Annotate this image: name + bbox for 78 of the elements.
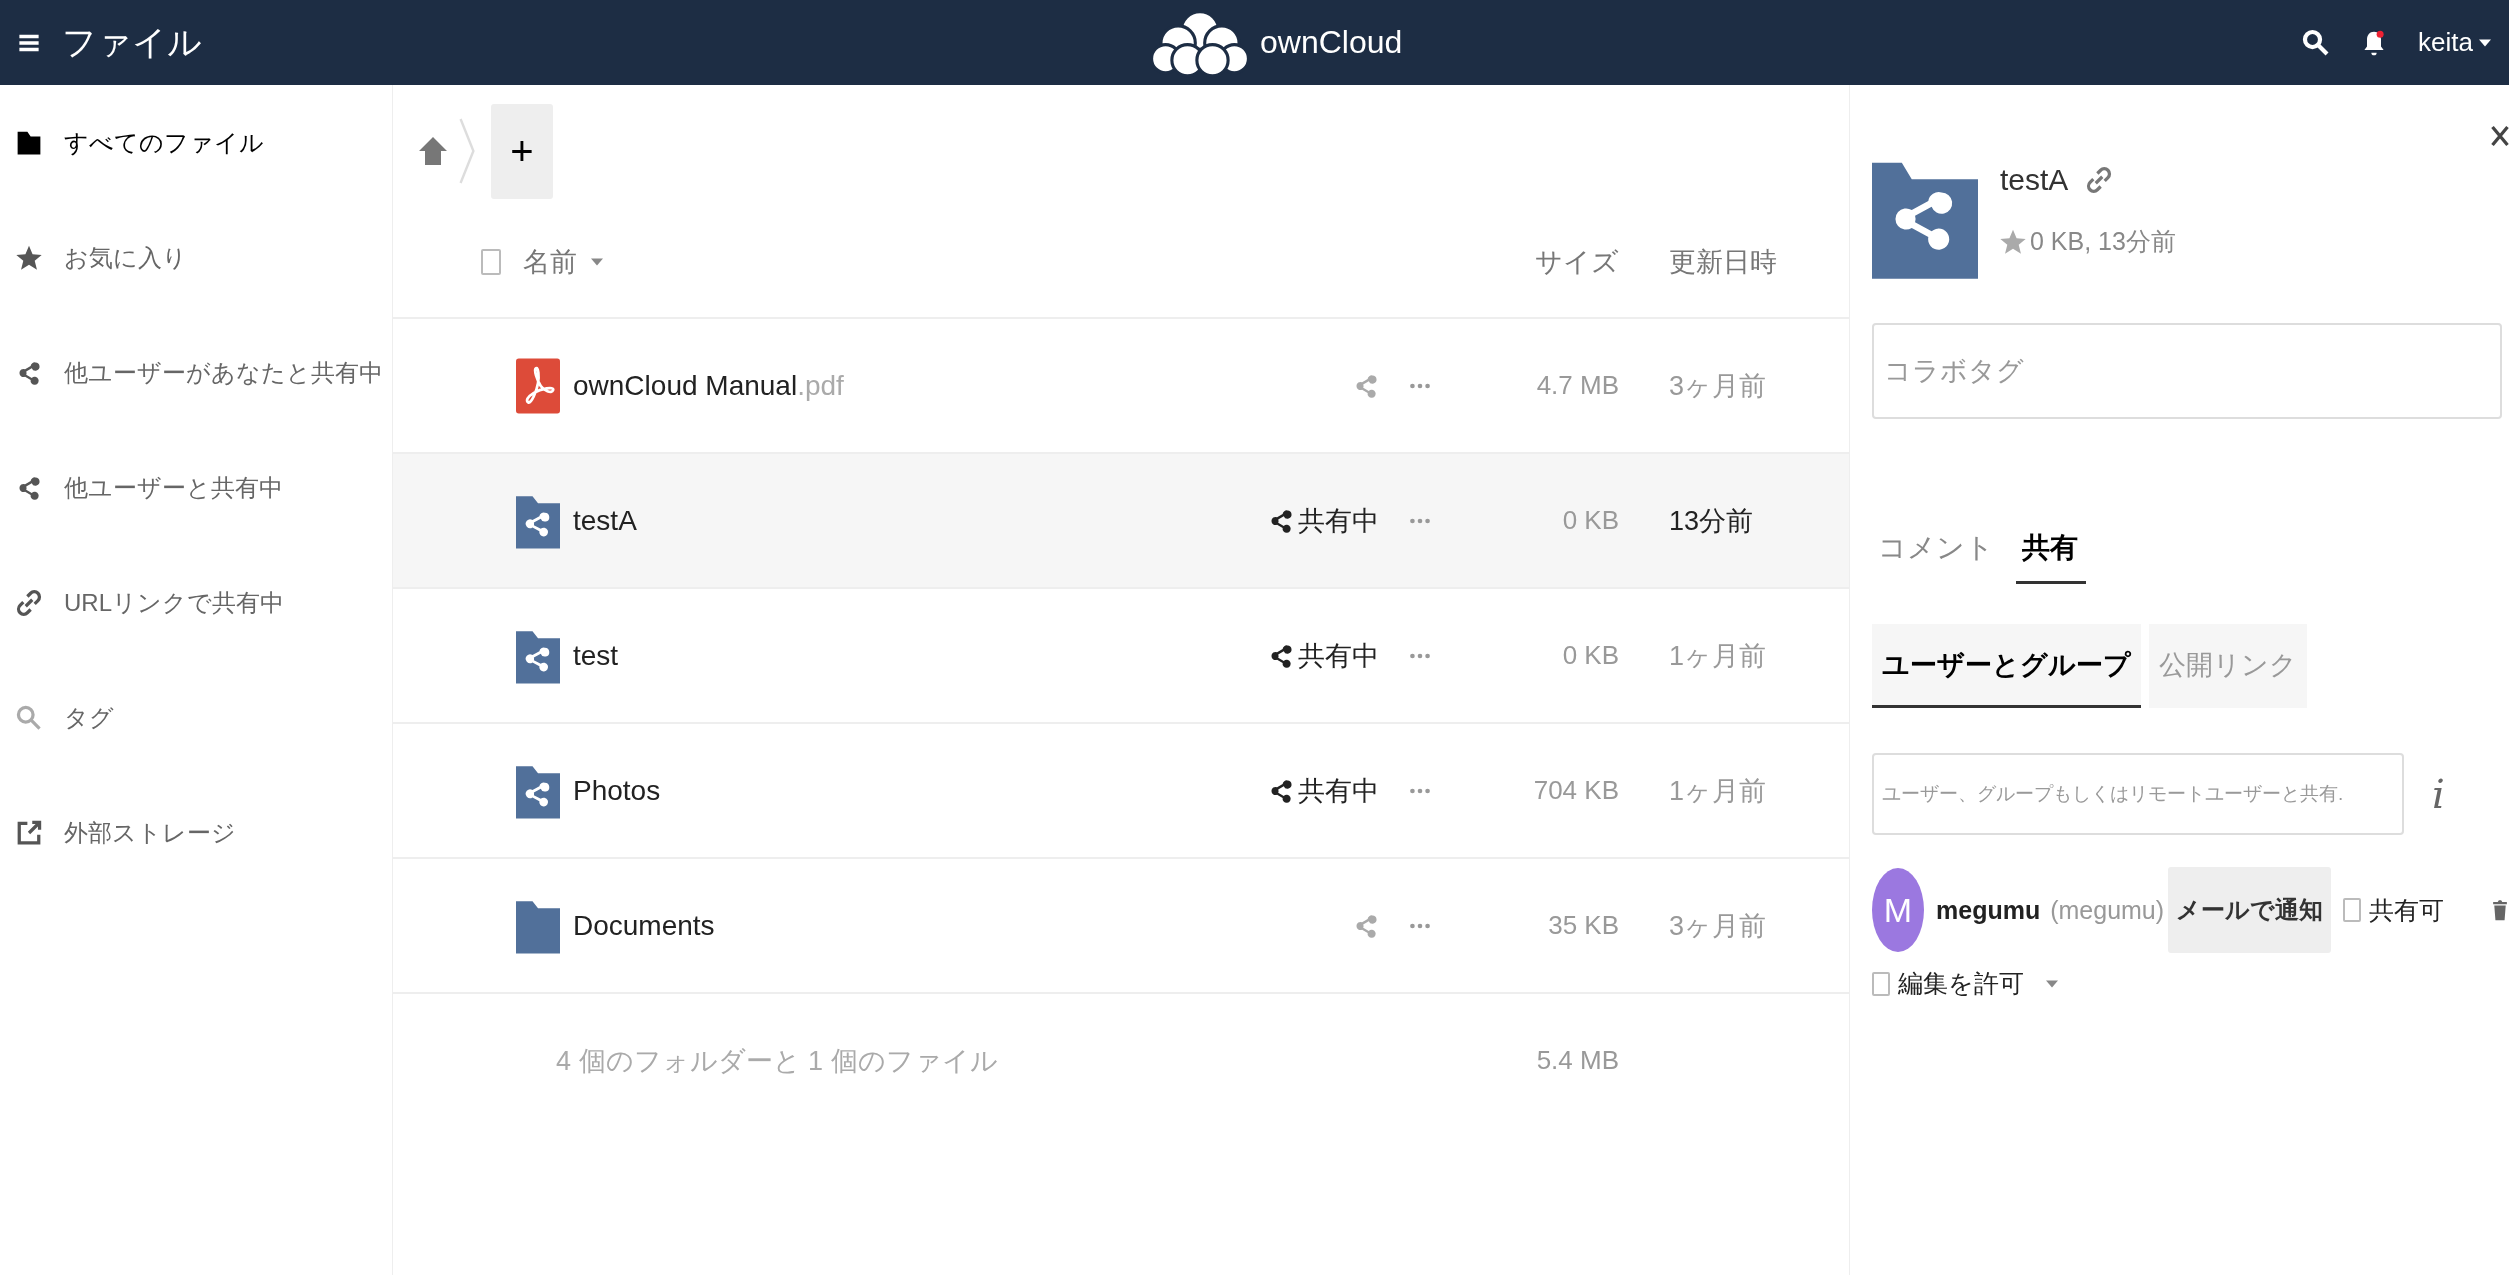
shared-status-button[interactable]: 共有中 xyxy=(1268,637,1379,674)
share-status: 共有中 xyxy=(1298,639,1379,673)
file-row[interactable]: Documents 35 KB 3ヶ月前 xyxy=(393,859,1849,994)
sidebar-item[interactable]: すべてのファイル xyxy=(0,85,392,200)
file-name: testA xyxy=(2000,163,2069,197)
file-size: 4.7 MB xyxy=(1535,370,1619,401)
user-id: (megumu) xyxy=(2050,895,2165,925)
brand-name: ownCloud xyxy=(1260,24,1403,61)
search-icon[interactable] xyxy=(2302,28,2331,57)
checkbox-label[interactable]: 共有可 xyxy=(2369,893,2445,927)
checkbox[interactable] xyxy=(2343,898,2362,922)
home-icon[interactable] xyxy=(417,135,449,167)
folder-icon xyxy=(16,129,42,156)
file-name[interactable]: ownCloud Manual.pdf xyxy=(573,369,844,402)
caret-icon[interactable] xyxy=(2046,979,2058,988)
share-status: 共有中 xyxy=(1298,504,1379,538)
shared-status-button[interactable]: 共有中 xyxy=(1268,772,1379,809)
user-menu[interactable]: keita xyxy=(2418,27,2491,58)
external-link-icon xyxy=(16,819,42,846)
modified-time: 1ヶ月前 xyxy=(1668,639,1768,673)
caret-icon xyxy=(2479,38,2491,47)
shared-status-button[interactable]: 共有中 xyxy=(1268,502,1379,539)
sidebar-item[interactable]: 他ユーザーがあなたと共有中 xyxy=(0,315,392,430)
checkbox[interactable] xyxy=(1872,971,1890,996)
share-status: 共有中 xyxy=(1298,774,1379,808)
sidebar-item[interactable]: 外部ストレージ xyxy=(0,775,392,890)
file-size: 0 KB xyxy=(1561,640,1619,671)
file-size: 0 KB xyxy=(1561,505,1619,536)
file-row[interactable]: test 共有中 0 KB 1ヶ月前 xyxy=(393,589,1849,724)
link-icon xyxy=(16,589,42,616)
sidebar-item[interactable]: URLリンクで共有中 xyxy=(0,545,392,660)
tab[interactable]: 共有 xyxy=(2016,529,2086,584)
info-icon[interactable]: i xyxy=(2432,771,2445,817)
name-column-header[interactable]: 名前 xyxy=(511,244,603,280)
more-icon[interactable] xyxy=(1409,922,1431,929)
app-title[interactable]: ファイル xyxy=(62,19,202,66)
modified-time: 3ヶ月前 xyxy=(1668,909,1768,943)
file-row[interactable]: Photos 共有中 704 KB 1ヶ月前 xyxy=(393,724,1849,859)
search-icon xyxy=(16,704,42,731)
link-icon[interactable] xyxy=(2086,167,2113,193)
user-name: megumu xyxy=(1936,895,2041,925)
tags-field[interactable]: コラボタグ xyxy=(1872,323,2502,419)
sidebar-item[interactable]: お気に入り xyxy=(0,200,392,315)
file-size: 704 KB xyxy=(1532,775,1619,806)
close-icon[interactable] xyxy=(2491,125,2509,147)
file-row[interactable]: testA 共有中 0 KB 13分前 xyxy=(393,454,1849,589)
file-name[interactable]: test xyxy=(573,639,619,672)
trash-icon[interactable] xyxy=(2492,897,2508,923)
select-all-checkbox[interactable] xyxy=(481,249,501,275)
share-with-field[interactable]: ユーザー、グループもしくはリモートユーザーと共有. xyxy=(1872,753,2404,835)
tab[interactable]: コメント xyxy=(1872,529,2002,584)
more-icon[interactable] xyxy=(1409,382,1431,389)
sidebar-item[interactable]: タグ xyxy=(0,660,392,775)
more-icon[interactable] xyxy=(1409,787,1431,794)
modified-column-header[interactable]: 更新日時 xyxy=(1619,244,1849,280)
modified-time: 1ヶ月前 xyxy=(1668,774,1768,808)
file-size: 35 KB xyxy=(1547,910,1619,941)
more-icon[interactable] xyxy=(1409,517,1431,524)
file-name[interactable]: Documents xyxy=(573,909,715,942)
summary-text: 4 個のフォルダーと 1 個のファイル xyxy=(556,1044,998,1078)
more-icon[interactable] xyxy=(1409,652,1431,659)
new-button[interactable]: + xyxy=(491,103,553,199)
file-name[interactable]: testA xyxy=(573,504,637,537)
checkbox-label[interactable]: 編集を許可 xyxy=(1898,967,2024,1000)
file-meta: 0 KB, 13分前 xyxy=(2030,226,2176,257)
total-size: 5.4 MB xyxy=(1535,1045,1619,1076)
modified-time: 13分前 xyxy=(1668,504,1755,538)
notify-by-mail-button[interactable]: メールで通知 xyxy=(2168,867,2332,953)
sort-caret-icon xyxy=(591,258,603,266)
star-icon xyxy=(16,244,42,271)
file-name[interactable]: Photos xyxy=(573,774,661,807)
avatar: M xyxy=(1872,868,1924,952)
sidebar-item[interactable]: 他ユーザーと共有中 xyxy=(0,430,392,545)
tab[interactable]: ユーザーとグループ xyxy=(1872,624,2141,708)
breadcrumb-separator-icon xyxy=(459,116,475,186)
modified-time: 3ヶ月前 xyxy=(1668,369,1768,403)
star-icon[interactable] xyxy=(2000,228,2026,255)
size-column-header[interactable]: サイズ xyxy=(1379,244,1619,280)
